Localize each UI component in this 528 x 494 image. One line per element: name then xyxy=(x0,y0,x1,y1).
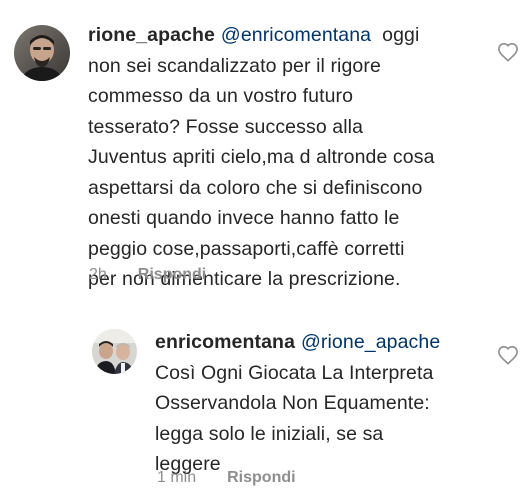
comment-2-body-line: legga solo le iniziali, se sa xyxy=(155,422,384,445)
comment-2-username[interactable]: enricomentana xyxy=(155,331,295,353)
comment-2-line-1: enricomentana @rione_apache xyxy=(155,327,495,358)
comment-2-meta: 1 min Rispondi xyxy=(157,469,296,487)
comment-2-timestamp: 1 min xyxy=(157,469,197,486)
comment-2-body-line: Osservandola Non Equamente: xyxy=(155,392,430,414)
user-photo-icon xyxy=(92,329,137,374)
comment-2: enricomentana @rione_apache Così Ogni Gio… xyxy=(0,0,528,494)
comment-2-like-button[interactable] xyxy=(497,345,519,365)
avatar-enricomentana[interactable] xyxy=(92,329,137,374)
heart-outline-icon xyxy=(498,345,518,365)
comment-2-mention[interactable]: @rione_apache xyxy=(301,331,440,353)
comment-2-text: enricomentana @rione_apache Così Ogni Gio… xyxy=(155,327,495,480)
comment-2-body-line: Così Ogni Giocata La Interpreta xyxy=(155,361,434,384)
comment-2-reply-button[interactable]: Rispondi xyxy=(227,469,295,487)
